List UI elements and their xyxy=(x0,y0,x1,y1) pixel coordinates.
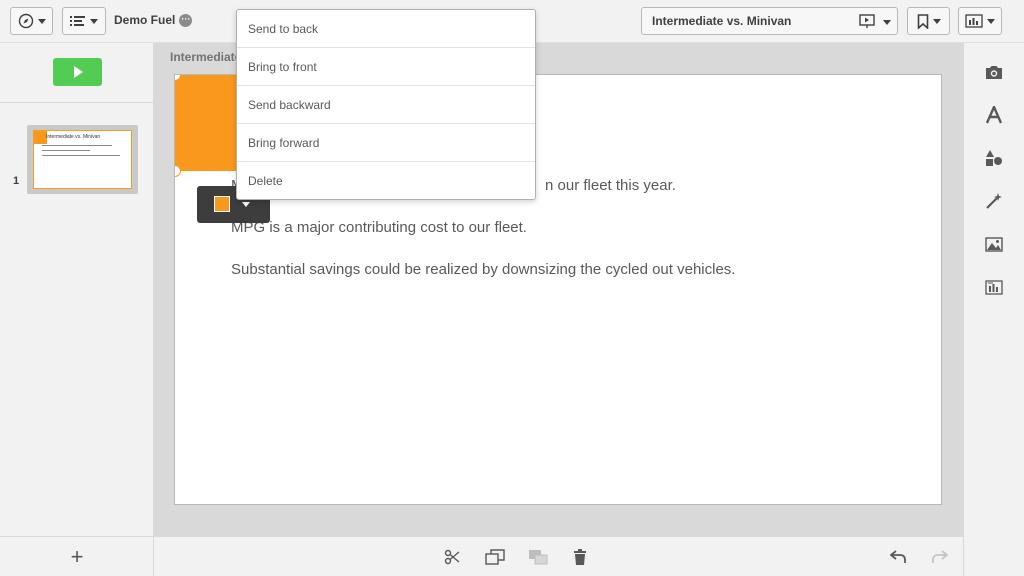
snapshot-icon xyxy=(986,65,1002,79)
thumbnail-title: Intermediate vs. Minivan xyxy=(46,134,101,140)
arrange-context-menu: Send to back Bring to front Send backwar… xyxy=(236,9,536,200)
arrange-button[interactable] xyxy=(528,547,548,567)
menu-item-send-to-back[interactable]: Send to back xyxy=(237,10,535,48)
compass-icon xyxy=(18,13,33,29)
chevron-down-icon[interactable] xyxy=(242,202,250,207)
global-menu-button[interactable] xyxy=(62,7,106,35)
redo-button[interactable] xyxy=(930,547,950,567)
navigation-menu-button[interactable] xyxy=(10,7,53,35)
list-icon xyxy=(70,16,85,26)
shapes-icon xyxy=(986,150,1002,166)
slide-thumbnail[interactable]: Intermediate vs. Minivan xyxy=(27,125,138,194)
shape-color-swatch[interactable] xyxy=(214,196,230,212)
undo-button[interactable] xyxy=(888,547,908,567)
orange-rectangle-shape[interactable] xyxy=(175,75,237,171)
redo-icon xyxy=(932,550,948,563)
thumbnail-line xyxy=(42,155,120,156)
story-select[interactable]: Intermediate vs. Minivan xyxy=(641,7,898,35)
slides-panel: 1 Intermediate vs. Minivan + xyxy=(0,43,154,576)
thumbnail-line xyxy=(42,150,90,151)
sheet-library-button[interactable] xyxy=(983,276,1005,298)
bookmarks-button[interactable] xyxy=(907,7,950,35)
chevron-down-icon xyxy=(932,18,941,24)
media-library-button[interactable] xyxy=(983,233,1005,255)
slide-text-line-2[interactable]: MPG is a major contributing cost to our … xyxy=(231,219,527,236)
slide-thumbnail-preview: Intermediate vs. Minivan xyxy=(33,130,132,189)
duplicate-button[interactable] xyxy=(485,547,505,567)
menu-item-bring-forward[interactable]: Bring forward xyxy=(237,124,535,162)
chevron-down-icon xyxy=(37,18,46,24)
effects-icon xyxy=(986,193,1002,209)
bookmark-icon xyxy=(917,13,928,29)
app-title[interactable]: Demo Fuel ··· xyxy=(114,13,193,27)
play-icon xyxy=(74,66,83,78)
undo-icon xyxy=(890,550,906,563)
chevron-down-icon xyxy=(987,18,995,24)
delete-icon xyxy=(574,549,586,565)
delete-button[interactable] xyxy=(570,547,590,567)
text-tool-button[interactable] xyxy=(983,104,1005,126)
cut-icon xyxy=(444,549,460,565)
resize-handle[interactable] xyxy=(175,165,181,177)
objects-panel xyxy=(963,43,1024,576)
bottom-toolbar xyxy=(154,536,963,576)
present-icon xyxy=(859,14,875,28)
play-story-button[interactable] xyxy=(53,58,102,86)
menu-item-delete[interactable]: Delete xyxy=(237,162,535,200)
slide-text-line-1[interactable]: n our fleet this year. xyxy=(545,177,676,194)
layer-icon xyxy=(529,550,548,565)
snapshot-library-button[interactable] xyxy=(983,61,1005,83)
add-slide-bar: + xyxy=(0,536,154,576)
text-icon xyxy=(985,106,1003,124)
menu-item-send-backward[interactable]: Send backward xyxy=(237,86,535,124)
slide-number: 1 xyxy=(13,175,20,187)
chevron-down-icon xyxy=(883,20,891,25)
story-select-label: Intermediate vs. Minivan xyxy=(652,14,792,28)
duplicate-icon xyxy=(485,549,505,565)
chevron-down-icon xyxy=(90,18,98,24)
effects-tool-button[interactable] xyxy=(983,190,1005,212)
more-options-icon[interactable]: ··· xyxy=(179,13,193,27)
sheet-icon xyxy=(965,14,983,28)
slide-text-line-3[interactable]: Substantial savings could be realized by… xyxy=(231,261,735,278)
sheet-library-icon xyxy=(985,279,1003,295)
menu-item-bring-to-front[interactable]: Bring to front xyxy=(237,48,535,86)
image-icon xyxy=(985,236,1003,252)
app-title-text: Demo Fuel xyxy=(114,13,176,27)
thumbnail-line xyxy=(42,145,112,146)
add-slide-button[interactable]: + xyxy=(71,545,84,568)
divider xyxy=(0,102,154,103)
shapes-tool-button[interactable] xyxy=(983,147,1005,169)
cut-button[interactable] xyxy=(442,547,462,567)
sheets-button[interactable] xyxy=(958,7,1002,35)
